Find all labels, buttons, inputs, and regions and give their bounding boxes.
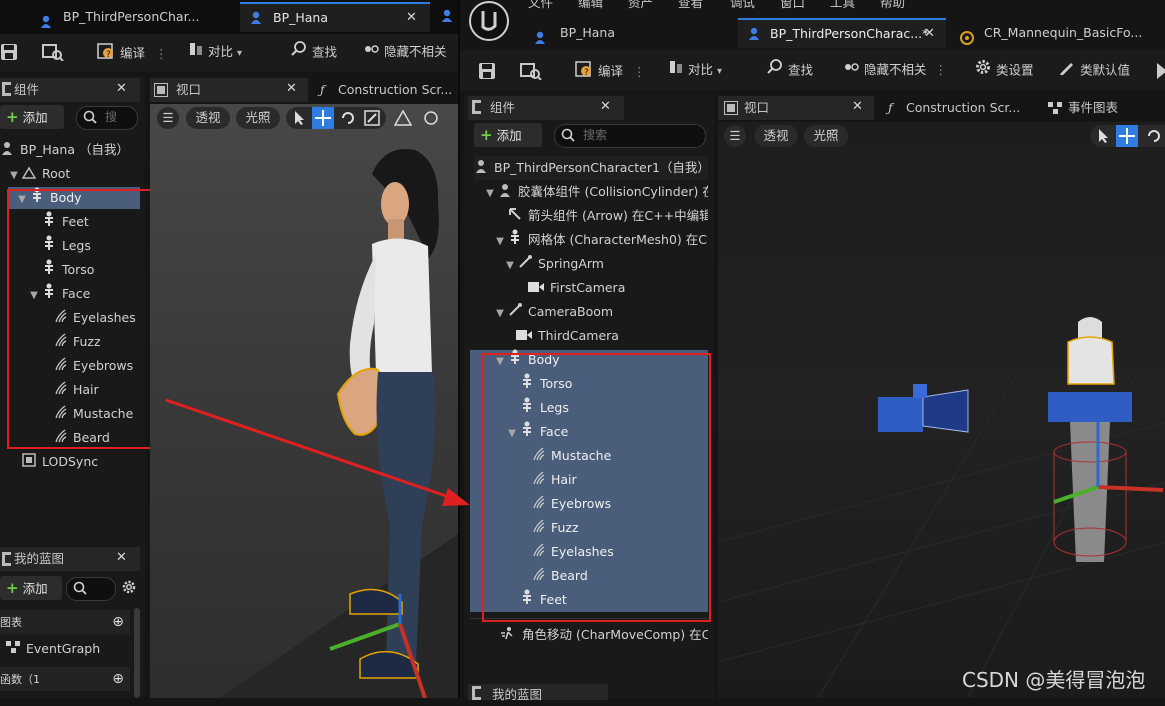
- watermark: CSDN @美得冒泡泡: [962, 668, 1146, 692]
- annotation-arrow: [165, 398, 470, 506]
